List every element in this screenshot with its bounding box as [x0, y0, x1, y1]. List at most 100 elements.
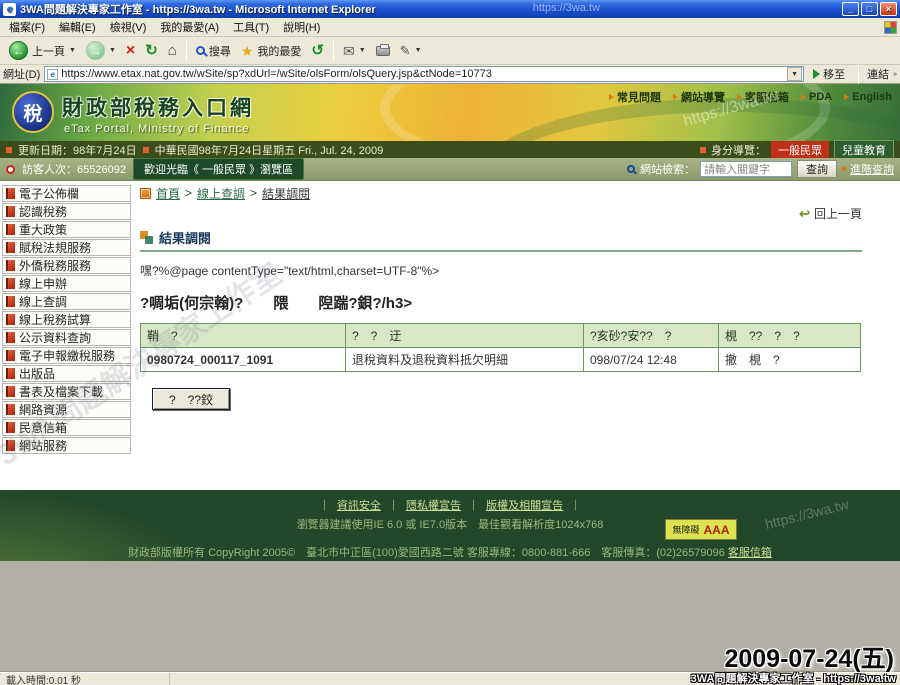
sidebar-item-foreigner-tax[interactable]: 外僑稅務服務: [2, 257, 131, 274]
menu-file[interactable]: 檔案(F): [2, 17, 52, 37]
sidebar-item-e-bulletin[interactable]: 電子公佈欄: [2, 185, 131, 202]
breadcrumb-home[interactable]: 首頁: [156, 185, 180, 202]
history-button[interactable]: ↺: [306, 41, 329, 60]
action-button[interactable]: ? ??鉸: [152, 388, 230, 410]
stop-button[interactable]: ×: [121, 41, 140, 61]
breadcrumb-separator: >: [250, 186, 257, 200]
print-button[interactable]: [371, 44, 395, 58]
accessibility-badge[interactable]: 無障礙 AAA: [665, 519, 737, 540]
address-dropdown-icon: ▼: [791, 71, 798, 78]
search-icon: [196, 46, 205, 55]
breadcrumb-online-query[interactable]: 線上查調: [197, 185, 245, 202]
links-chevron-icon[interactable]: »: [893, 71, 897, 78]
sidebar-item-mailbox[interactable]: 民意信箱: [2, 419, 131, 436]
sidebar-item-label: 外僑稅務服務: [19, 257, 91, 274]
site-search-input[interactable]: [700, 161, 792, 177]
menu-help[interactable]: 說明(H): [276, 17, 327, 37]
favorites-button[interactable]: ★ 我的最愛: [236, 41, 307, 61]
forward-dropdown-icon[interactable]: ▼: [109, 47, 116, 54]
toolbar-separator: [333, 41, 334, 61]
credit-watermark: 3WA問題解決專家工作室 - https://3wa.tw: [691, 670, 896, 685]
visitor-count: 訪客人次：65526092: [22, 161, 126, 177]
link-pda[interactable]: PDA: [801, 89, 832, 105]
links-label[interactable]: 連結: [867, 66, 889, 82]
back-button[interactable]: ← 上一頁 ▼: [4, 39, 81, 62]
breadcrumb-separator: >: [185, 186, 192, 200]
mail-dropdown-icon[interactable]: ▼: [359, 47, 366, 54]
address-label: 網址(D): [3, 66, 40, 82]
sidebar-item-label: 出版品: [19, 365, 55, 382]
red-book-icon: [6, 368, 15, 379]
link-english[interactable]: English: [844, 89, 892, 105]
section-title: 結果調閱: [159, 228, 211, 247]
refresh-icon: ↻: [145, 43, 158, 58]
sidebar-item-label: 線上查調: [19, 293, 67, 310]
return-arrow-icon: ↩: [799, 207, 810, 220]
col-header-action: 梘 ?? ? ?: [719, 324, 861, 348]
identity-general-public[interactable]: 一般民眾: [771, 141, 829, 159]
site-search-icon: [627, 165, 635, 173]
go-button[interactable]: 移至: [808, 65, 850, 83]
link-faq[interactable]: 常見問題: [609, 89, 661, 105]
search-button[interactable]: 搜尋: [191, 41, 236, 61]
sidebar-item-tax-law[interactable]: 賦稅法規服務: [2, 239, 131, 256]
mail-icon: ✉: [343, 44, 355, 58]
sidebar-item-know-tax[interactable]: 認識稅務: [2, 203, 131, 220]
home-icon: ⌂: [168, 43, 177, 58]
edit-icon: ✎: [400, 44, 411, 57]
favorites-label: 我的最愛: [257, 43, 301, 59]
refresh-button[interactable]: ↻: [140, 41, 163, 60]
edit-button[interactable]: ✎ ▼: [395, 42, 427, 59]
sidebar-item-web-resources[interactable]: 網路資源: [2, 401, 131, 418]
footer-link-security[interactable]: 資訊安全: [337, 500, 381, 512]
menu-favorites[interactable]: 我的最愛(A): [153, 17, 226, 37]
advanced-search-link[interactable]: 進階查詢: [842, 161, 894, 177]
sidebar-item-tax-trial[interactable]: 線上稅務試算: [2, 311, 131, 328]
minimize-button[interactable]: _: [842, 2, 859, 16]
arrow-bullet-icon: [737, 94, 742, 100]
maximize-button[interactable]: □: [861, 2, 878, 16]
address-separator: [858, 64, 859, 84]
identity-children-education[interactable]: 兒童教育: [834, 140, 894, 160]
link-sitemap[interactable]: 網站導覽: [673, 89, 725, 105]
link-contact-label: 客服信箱: [745, 89, 789, 105]
sidebar-item-label: 線上申辦: [19, 275, 67, 292]
sidebar-item-online-apply[interactable]: 線上申辦: [2, 275, 131, 292]
close-button[interactable]: ×: [880, 2, 897, 16]
footer-link-privacy[interactable]: 隱私權宣告: [406, 500, 461, 512]
link-contact[interactable]: 客服信箱: [737, 89, 789, 105]
sidebar-item-online-query[interactable]: 線上查調: [2, 293, 131, 310]
site-search-button[interactable]: 查詢: [797, 160, 837, 178]
sidebar-item-e-filing[interactable]: 電子申報繳稅服務: [2, 347, 131, 364]
sidebar-item-site-service[interactable]: 網站服務: [2, 437, 131, 454]
forward-button[interactable]: → ▼: [81, 39, 121, 62]
back-dropdown-icon[interactable]: ▼: [69, 47, 76, 54]
sidebar-item-major-policy[interactable]: 重大政策: [2, 221, 131, 238]
edit-dropdown-icon[interactable]: ▼: [415, 47, 422, 54]
sidebar-item-downloads[interactable]: 書表及檔案下載: [2, 383, 131, 400]
section-header: 結果調閱: [140, 228, 862, 252]
sidebar-item-public-data[interactable]: 公示資料查詢: [2, 329, 131, 346]
red-book-icon: [6, 188, 15, 199]
address-bar: 網址(D) e ▼ 移至 連結 »: [0, 65, 900, 84]
etax-logo-icon[interactable]: 稅: [12, 91, 54, 133]
address-dropdown-button[interactable]: ▼: [787, 67, 802, 81]
menu-tools[interactable]: 工具(T): [226, 17, 276, 37]
red-book-icon: [6, 296, 15, 307]
link-sitemap-label: 網站導覽: [681, 89, 725, 105]
footer-contact-link[interactable]: 客服信箱: [728, 547, 772, 559]
home-button[interactable]: ⌂: [163, 41, 182, 60]
arrow-bullet-icon: [842, 166, 847, 172]
mail-button[interactable]: ✉ ▼: [338, 42, 371, 60]
sidebar-item-publications[interactable]: 出版品: [2, 365, 131, 382]
footer-link-copyright-policy[interactable]: 版權及相關宣告: [486, 500, 563, 512]
address-input[interactable]: [61, 67, 784, 81]
back-to-previous[interactable]: ↩ 回上一頁: [140, 205, 862, 222]
menu-view[interactable]: 檢視(V): [103, 17, 154, 37]
link-pda-label: PDA: [809, 91, 832, 103]
sidebar-item-label: 重大政策: [19, 221, 67, 238]
title-bar[interactable]: e 3WA問題解決專家工作室 - https://3wa.tw - Micros…: [0, 0, 900, 18]
forward-arrow-icon: →: [86, 41, 105, 60]
menu-edit[interactable]: 編輯(E): [52, 17, 103, 37]
cell-query-id[interactable]: 0980724_000117_1091: [141, 348, 346, 372]
